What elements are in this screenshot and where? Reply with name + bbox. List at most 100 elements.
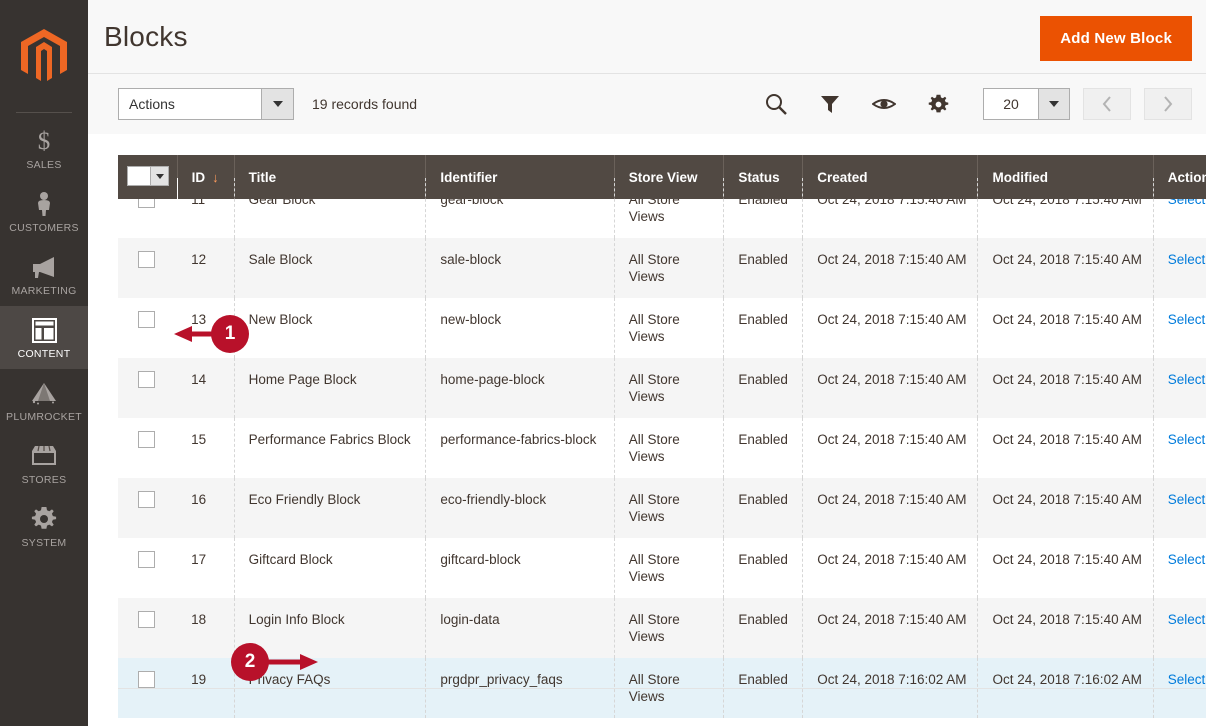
magento-logo-icon <box>21 29 67 81</box>
pyramid-icon <box>2 378 86 408</box>
cell-status: Enabled <box>723 238 804 298</box>
sidebar-item-stores[interactable]: STORES <box>0 432 88 495</box>
row-action-select[interactable]: Select <box>1168 252 1206 267</box>
search-icon[interactable] <box>757 85 795 123</box>
grid-bottom-border <box>118 688 1206 689</box>
row-checkbox[interactable] <box>138 491 155 508</box>
cell-status: Enabled <box>723 418 804 478</box>
actions-dropdown[interactable]: Actions <box>118 88 294 120</box>
cell-action: Select▼ <box>1153 598 1206 658</box>
cell-identifier: giftcard-block <box>425 538 615 598</box>
row-action-select[interactable]: Select <box>1168 672 1206 687</box>
page-size-dropdown[interactable]: 20 <box>983 88 1070 120</box>
column-header-status[interactable]: Status <box>723 155 804 199</box>
column-header-modified[interactable]: Modified <box>977 155 1154 199</box>
select-all-dropdown[interactable] <box>127 166 169 186</box>
cell-id: 14 <box>177 358 235 418</box>
gear-icon[interactable] <box>919 85 957 123</box>
row-select-cell[interactable] <box>118 358 178 418</box>
layout-icon <box>2 315 86 345</box>
sidebar-item-label: STORES <box>21 474 67 486</box>
cell-identifier: sale-block <box>425 238 615 298</box>
table-row[interactable]: 12 Sale Block sale-block All Store Views Ena… <box>118 238 1206 298</box>
row-select-cell[interactable] <box>118 598 178 658</box>
sidebar-item-customers[interactable]: CUSTOMERS <box>0 180 88 243</box>
sidebar-item-content[interactable]: CONTENT <box>0 306 88 369</box>
cell-store-view: All Store Views <box>614 598 725 658</box>
row-checkbox[interactable] <box>138 551 155 568</box>
sidebar-item-system[interactable]: SYSTEM <box>0 495 88 558</box>
magento-logo[interactable] <box>0 0 88 112</box>
row-select-cell[interactable] <box>118 418 178 478</box>
table-row[interactable]: 15 Performance Fabrics Block performance-f… <box>118 418 1206 478</box>
table-row[interactable]: 14 Home Page Block home-page-block All Stor… <box>118 358 1206 418</box>
cell-status: Enabled <box>723 478 804 538</box>
cell-modified: Oct 24, 2018 7:15:40 AM <box>977 418 1154 478</box>
table-body: 11 Gear Block gear-block All Store Views Ena… <box>118 178 1206 718</box>
sidebar-item-label: CUSTOMERS <box>9 222 79 234</box>
row-action-select[interactable]: Select <box>1168 372 1206 387</box>
cell-title: Sale Block <box>234 238 427 298</box>
chevron-left-icon <box>1102 96 1111 112</box>
gear-icon <box>2 504 86 534</box>
column-header-created[interactable]: Created <box>802 155 979 199</box>
sidebar-divider <box>16 112 72 113</box>
cell-id: 17 <box>177 538 235 598</box>
row-select-cell[interactable] <box>118 538 178 598</box>
row-checkbox[interactable] <box>138 251 155 268</box>
row-checkbox[interactable] <box>138 371 155 388</box>
eye-icon[interactable] <box>865 85 903 123</box>
column-header-id[interactable]: ID ↓ <box>177 155 235 199</box>
row-action-select[interactable]: Select <box>1168 612 1206 627</box>
sidebar-item-label: PLUMROCKET <box>6 411 82 423</box>
table-row[interactable]: 18 Login Info Block login-data All Store Vi… <box>118 598 1206 658</box>
cell-title: Giftcard Block <box>234 538 427 598</box>
row-checkbox[interactable] <box>138 431 155 448</box>
row-action-select[interactable]: Select <box>1168 552 1206 567</box>
table-row[interactable]: 16 Eco Friendly Block eco-friendly-block Al… <box>118 478 1206 538</box>
cell-title: New Block <box>234 298 427 358</box>
cell-identifier: home-page-block <box>425 358 615 418</box>
next-page-button[interactable] <box>1144 88 1192 120</box>
sidebar-item-sales[interactable]: $ SALES <box>0 117 88 180</box>
table-row[interactable]: 13 New Block new-block All Store Views Enabl… <box>118 298 1206 358</box>
sidebar: $ SALES CUSTOMERS MARKETING CONTENT PLUM… <box>0 0 88 726</box>
cell-action: Select▼ <box>1153 238 1206 298</box>
cell-created: Oct 24, 2018 7:15:40 AM <box>802 478 979 538</box>
row-checkbox[interactable] <box>138 611 155 628</box>
select-all-checkbox[interactable] <box>128 167 150 185</box>
row-select-cell[interactable] <box>118 298 178 358</box>
previous-page-button[interactable] <box>1083 88 1131 120</box>
add-new-block-button[interactable]: Add New Block <box>1040 16 1192 61</box>
column-header-title[interactable]: Title <box>234 155 427 199</box>
sidebar-item-plumrocket[interactable]: PLUMROCKET <box>0 369 88 432</box>
actions-dropdown-label: Actions <box>129 96 175 112</box>
sidebar-item-label: MARKETING <box>11 285 77 297</box>
cell-title: Eco Friendly Block <box>234 478 427 538</box>
cell-identifier: login-data <box>425 598 615 658</box>
row-action-select[interactable]: Select <box>1168 312 1206 327</box>
cell-store-view: All Store Views <box>614 478 725 538</box>
select-all-header[interactable] <box>118 155 178 199</box>
filter-icon[interactable] <box>811 85 849 123</box>
row-select-cell[interactable] <box>118 478 178 538</box>
cell-id: 12 <box>177 238 235 298</box>
cell-created: Oct 24, 2018 7:15:40 AM <box>802 418 979 478</box>
sidebar-item-marketing[interactable]: MARKETING <box>0 243 88 306</box>
cell-modified: Oct 24, 2018 7:15:40 AM <box>977 358 1154 418</box>
cell-modified: Oct 24, 2018 7:15:40 AM <box>977 538 1154 598</box>
cell-created: Oct 24, 2018 7:15:40 AM <box>802 538 979 598</box>
row-checkbox[interactable] <box>138 311 155 328</box>
row-select-cell[interactable] <box>118 238 178 298</box>
row-checkbox[interactable] <box>138 671 155 688</box>
row-action-select[interactable]: Select <box>1168 432 1206 447</box>
grid-toolbar: Actions 19 records found 20 <box>88 74 1206 134</box>
table-header-row: ID ↓ Title Identifier Store View Status C… <box>118 155 1206 199</box>
row-action-select[interactable]: Select <box>1168 492 1206 507</box>
sidebar-item-label: CONTENT <box>17 348 71 360</box>
column-header-store-view[interactable]: Store View <box>614 155 725 199</box>
column-header-identifier[interactable]: Identifier <box>425 155 615 199</box>
person-icon <box>2 189 86 219</box>
cell-action: Select▼ <box>1153 358 1206 418</box>
table-row[interactable]: 17 Giftcard Block giftcard-block All Store … <box>118 538 1206 598</box>
